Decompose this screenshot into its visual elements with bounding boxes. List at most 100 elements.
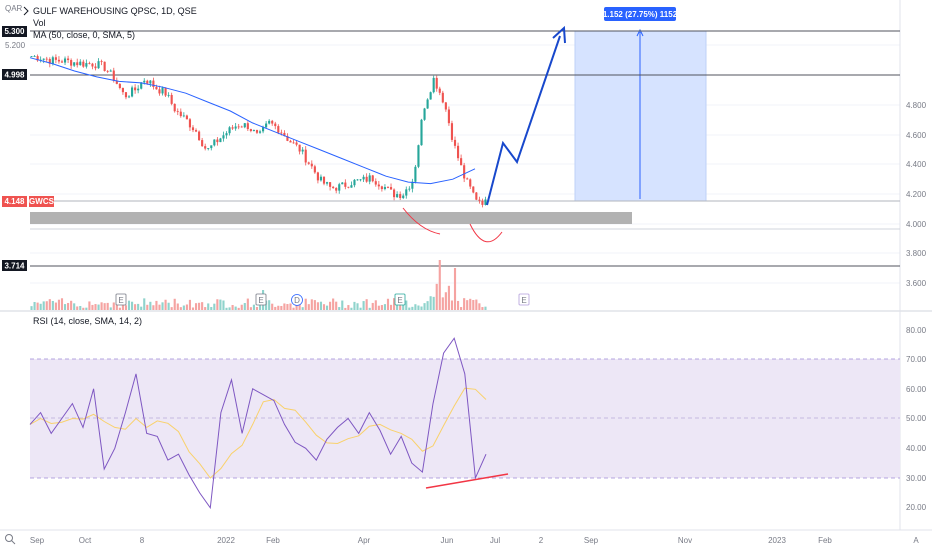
volume-bar xyxy=(146,304,149,310)
support-zone[interactable] xyxy=(30,212,632,224)
auto-scale-button[interactable]: A xyxy=(913,536,919,545)
rsi-axis[interactable]: 80.00 70.00 60.00 50.00 40.00 30.00 20.0… xyxy=(906,326,927,512)
candle-body xyxy=(371,175,374,182)
candle-body xyxy=(417,145,420,167)
candle-body xyxy=(368,175,371,182)
event-marker-1[interactable]: E xyxy=(118,296,123,305)
volume-bar xyxy=(219,299,222,310)
volume-bar xyxy=(325,305,329,310)
volume-bar xyxy=(484,306,487,310)
candle-body xyxy=(70,60,73,66)
candle-body xyxy=(137,88,140,91)
price-axis[interactable]: 4.800 4.600 4.400 4.200 4.000 3.800 3.60… xyxy=(906,101,927,288)
price-tick: 4.600 xyxy=(906,131,927,140)
time-tick: Jul xyxy=(490,536,500,545)
candle-body xyxy=(265,123,268,128)
candle-body xyxy=(170,94,173,104)
volume-bar xyxy=(426,301,429,310)
symbol-title[interactable]: GULF WAREHOUSING QPSC, 1D, QSE xyxy=(33,6,197,16)
candle-body xyxy=(481,200,484,205)
ma-legend[interactable]: MA (50, close, 0, SMA, 5) xyxy=(33,30,135,40)
price-tag-4998: 4.998 xyxy=(4,71,25,80)
volume-bar xyxy=(57,299,61,310)
candle-body xyxy=(237,126,240,128)
volume-bar xyxy=(322,304,326,310)
candle-body xyxy=(292,142,295,144)
candle-body xyxy=(191,127,195,131)
candle-body xyxy=(310,163,313,167)
candle-body xyxy=(402,195,405,198)
candle-body xyxy=(118,83,121,88)
volume-bar xyxy=(237,307,240,310)
candle-body xyxy=(182,115,185,117)
volume-bar xyxy=(134,304,137,310)
projection-path[interactable] xyxy=(486,35,561,206)
event-marker-3[interactable]: E xyxy=(397,296,402,305)
volume-bar xyxy=(188,299,192,310)
volume-bar xyxy=(231,305,234,310)
candle-body xyxy=(213,139,216,146)
price-tag-5300: 5.300 xyxy=(4,27,25,36)
candle-body xyxy=(109,70,112,72)
candle-body xyxy=(307,162,310,164)
candle-body xyxy=(124,92,128,98)
candle-body xyxy=(463,165,466,179)
candle-body xyxy=(173,103,176,112)
price-grid xyxy=(30,44,900,284)
volume-bar xyxy=(389,304,393,310)
volume-bar xyxy=(42,301,45,310)
time-axis[interactable]: Sep Oct 8 2022 Feb Apr Jun Jul 2 Sep Nov… xyxy=(30,536,833,545)
candle-body xyxy=(57,59,61,62)
event-marker-4[interactable]: E xyxy=(521,296,526,305)
volume-bar xyxy=(91,304,94,310)
volume-bar xyxy=(246,298,249,310)
candle-body xyxy=(332,186,335,188)
bottom-arc-right[interactable] xyxy=(469,223,503,243)
volume-bar xyxy=(353,301,356,310)
measure-label: 1.152 (27.75%) 1152 xyxy=(603,10,678,19)
candle-body xyxy=(121,87,124,93)
volume-label[interactable]: Vol xyxy=(33,18,46,28)
candle-body xyxy=(423,108,426,120)
volume-bar xyxy=(161,302,164,310)
candle-body xyxy=(466,178,469,180)
candle-body xyxy=(94,66,97,69)
volume-bar xyxy=(234,306,237,310)
trading-chart[interactable]: 1.152 (27.75%) 1152 E E D E E 4.800 4.60… xyxy=(0,0,932,550)
volume-bar xyxy=(316,302,319,310)
price-tick-5200: 5.200 xyxy=(5,41,26,50)
volume-bar xyxy=(255,306,259,310)
volume-bar xyxy=(432,296,435,310)
price-tick: 4.400 xyxy=(906,160,927,169)
volume-bar xyxy=(143,298,146,310)
volume-bar xyxy=(456,300,460,310)
volume-bar xyxy=(277,305,280,310)
volume-bar xyxy=(466,300,469,310)
volume-bar xyxy=(191,307,195,310)
volume-bar xyxy=(152,305,155,310)
volume-bar xyxy=(420,306,423,310)
candle-body xyxy=(54,57,57,60)
event-marker-dividend[interactable]: D xyxy=(294,296,300,305)
volume-bar xyxy=(359,307,362,310)
rsi-tick: 20.00 xyxy=(906,503,927,512)
candle-body xyxy=(198,131,201,141)
volume-bar xyxy=(274,306,277,310)
candle-body xyxy=(304,149,307,163)
candle-body xyxy=(240,126,243,128)
candle-body xyxy=(243,123,246,128)
volume-bar xyxy=(374,300,377,310)
volume-bar xyxy=(140,306,143,310)
candle-body xyxy=(79,61,82,66)
collapse-legend-icon[interactable] xyxy=(23,6,29,16)
volume-bar xyxy=(310,299,313,310)
candle-body xyxy=(204,146,207,149)
candle-body xyxy=(444,102,447,110)
event-marker-2[interactable]: E xyxy=(258,296,263,305)
rsi-legend[interactable]: RSI (14, close, SMA, 14, 2) xyxy=(33,316,142,326)
candle-body xyxy=(143,80,146,83)
magnifier-icon[interactable] xyxy=(5,534,16,545)
volume-bar xyxy=(213,303,216,310)
volume-bar xyxy=(469,298,472,310)
candle-body xyxy=(249,129,252,131)
